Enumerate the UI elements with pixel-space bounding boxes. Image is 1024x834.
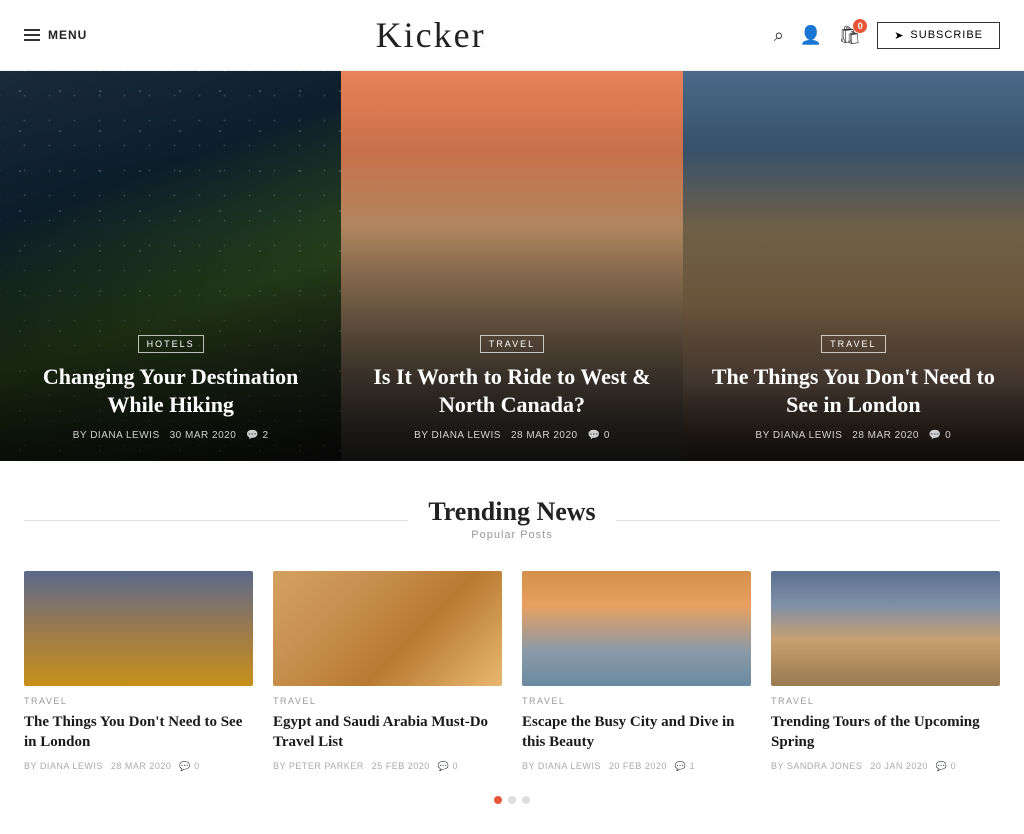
trending-card-1-title: The Things You Don't Need to See in Lond… — [24, 712, 253, 753]
hero-card-3-author: BY DIANA LEWIS — [755, 430, 842, 441]
header: MENU Kicker ⌕ 👤 🛍 0 ➤ SUBSCRIBE — [0, 0, 1024, 71]
trending-card-1-date: 28 MAR 2020 — [111, 761, 172, 771]
trending-card-3-comments: 💬 1 — [675, 761, 695, 772]
trending-card-4-tag: TRAVEL — [771, 696, 1000, 706]
dot-3[interactable] — [522, 796, 530, 804]
dot-2[interactable] — [508, 796, 516, 804]
trending-card-1-comments: 💬 0 — [179, 761, 199, 772]
hero-card-3-title: The Things You Don't Need to See in Lond… — [705, 363, 1002, 420]
trending-title: Trending News — [428, 497, 595, 527]
subscribe-button[interactable]: ➤ SUBSCRIBE — [877, 22, 1000, 49]
hero-card-3-tag: TRAVEL — [821, 335, 885, 353]
subscribe-icon: ➤ — [894, 29, 904, 42]
hero-card-2-author: BY DIANA LEWIS — [414, 430, 501, 441]
hero-card-1[interactable]: HOTELS Changing Your Destination While H… — [0, 71, 341, 461]
trending-header: Trending News Popular Posts — [24, 497, 1000, 543]
hero-card-1-title: Changing Your Destination While Hiking — [22, 363, 319, 420]
trending-card-4-title: Trending Tours of the Upcoming Spring — [771, 712, 1000, 753]
trending-card-2-image — [273, 571, 502, 686]
hero-card-1-author: BY DIANA LEWIS — [73, 430, 160, 441]
cart-badge: 0 — [853, 19, 867, 33]
hero-card-2[interactable]: TRAVEL Is It Worth to Ride to West & Nor… — [341, 71, 682, 461]
trending-card-4-meta: BY SANDRA JONES 20 JAN 2020 💬 0 — [771, 761, 1000, 772]
hero-card-1-comments: 💬 2 — [246, 430, 268, 441]
hero-card-1-content: HOTELS Changing Your Destination While H… — [0, 314, 341, 461]
trending-card-4[interactable]: TRAVEL Trending Tours of the Upcoming Sp… — [771, 571, 1000, 772]
hero-card-1-tag: HOTELS — [138, 335, 204, 353]
hero-card-3-comments: 💬 0 — [929, 430, 951, 441]
trending-card-2-meta: BY PETER PARKER 25 FEB 2020 💬 0 — [273, 761, 502, 772]
carousel-dots — [24, 796, 1000, 804]
trending-card-3-date: 20 FEB 2020 — [609, 761, 667, 771]
trending-card-3-author: BY DIANA LEWIS — [522, 761, 601, 771]
trending-card-1-author: BY DIANA LEWIS — [24, 761, 103, 771]
user-icon[interactable]: 👤 — [800, 25, 822, 46]
trending-card-1-meta: BY DIANA LEWIS 28 MAR 2020 💬 0 — [24, 761, 253, 772]
trending-card-2-title: Egypt and Saudi Arabia Must-Do Travel Li… — [273, 712, 502, 753]
menu-icon[interactable] — [24, 29, 40, 41]
trending-card-4-comments: 💬 0 — [936, 761, 956, 772]
trending-subtitle: Popular Posts — [428, 529, 595, 541]
hero-card-2-title: Is It Worth to Ride to West & North Cana… — [363, 363, 660, 420]
header-left: MENU — [24, 28, 87, 42]
trending-card-1-tag: TRAVEL — [24, 696, 253, 706]
subscribe-label: SUBSCRIBE — [910, 29, 983, 41]
trending-card-1[interactable]: TRAVEL The Things You Don't Need to See … — [24, 571, 253, 772]
trending-section: Trending News Popular Posts TRAVEL The T… — [0, 461, 1024, 834]
trending-card-3-meta: BY DIANA LEWIS 20 FEB 2020 💬 1 — [522, 761, 751, 772]
trending-card-3-title: Escape the Busy City and Dive in this Be… — [522, 712, 751, 753]
trending-card-1-image — [24, 571, 253, 686]
trending-card-3-tag: TRAVEL — [522, 696, 751, 706]
trending-card-3-image — [522, 571, 751, 686]
header-right: ⌕ 👤 🛍 0 ➤ SUBSCRIBE — [774, 22, 1000, 49]
cart-icon-wrap[interactable]: 🛍 0 — [838, 25, 861, 46]
trending-card-4-author: BY SANDRA JONES — [771, 761, 862, 771]
trending-card-2-comments: 💬 0 — [438, 761, 458, 772]
hero-card-1-date: 30 MAR 2020 — [170, 430, 237, 441]
hero-section: HOTELS Changing Your Destination While H… — [0, 71, 1024, 461]
menu-label[interactable]: MENU — [48, 28, 87, 42]
trending-card-2[interactable]: TRAVEL Egypt and Saudi Arabia Must-Do Tr… — [273, 571, 502, 772]
trending-card-2-date: 25 FEB 2020 — [372, 761, 430, 771]
trending-card-2-tag: TRAVEL — [273, 696, 502, 706]
hero-card-3-date: 28 MAR 2020 — [852, 430, 919, 441]
hero-card-3-meta: BY DIANA LEWIS 28 MAR 2020 💬 0 — [705, 430, 1002, 441]
dot-1[interactable] — [494, 796, 502, 804]
trending-card-2-author: BY PETER PARKER — [273, 761, 364, 771]
hero-card-3-content: TRAVEL The Things You Don't Need to See … — [683, 314, 1024, 461]
search-icon[interactable]: ⌕ — [774, 25, 784, 46]
trending-card-3[interactable]: TRAVEL Escape the Busy City and Dive in … — [522, 571, 751, 772]
hero-card-3[interactable]: TRAVEL The Things You Don't Need to See … — [683, 71, 1024, 461]
trending-grid: TRAVEL The Things You Don't Need to See … — [24, 571, 1000, 772]
hero-card-2-tag: TRAVEL — [480, 335, 544, 353]
site-logo[interactable]: Kicker — [376, 14, 486, 56]
trending-card-4-date: 20 JAN 2020 — [870, 761, 928, 771]
trending-card-4-image — [771, 571, 1000, 686]
hero-card-2-date: 28 MAR 2020 — [511, 430, 578, 441]
hero-card-1-meta: BY DIANA LEWIS 30 MAR 2020 💬 2 — [22, 430, 319, 441]
hero-card-2-comments: 💬 0 — [588, 430, 610, 441]
hero-card-2-meta: BY DIANA LEWIS 28 MAR 2020 💬 0 — [363, 430, 660, 441]
hero-card-2-content: TRAVEL Is It Worth to Ride to West & Nor… — [341, 314, 682, 461]
trending-title-wrap: Trending News Popular Posts — [408, 497, 615, 541]
